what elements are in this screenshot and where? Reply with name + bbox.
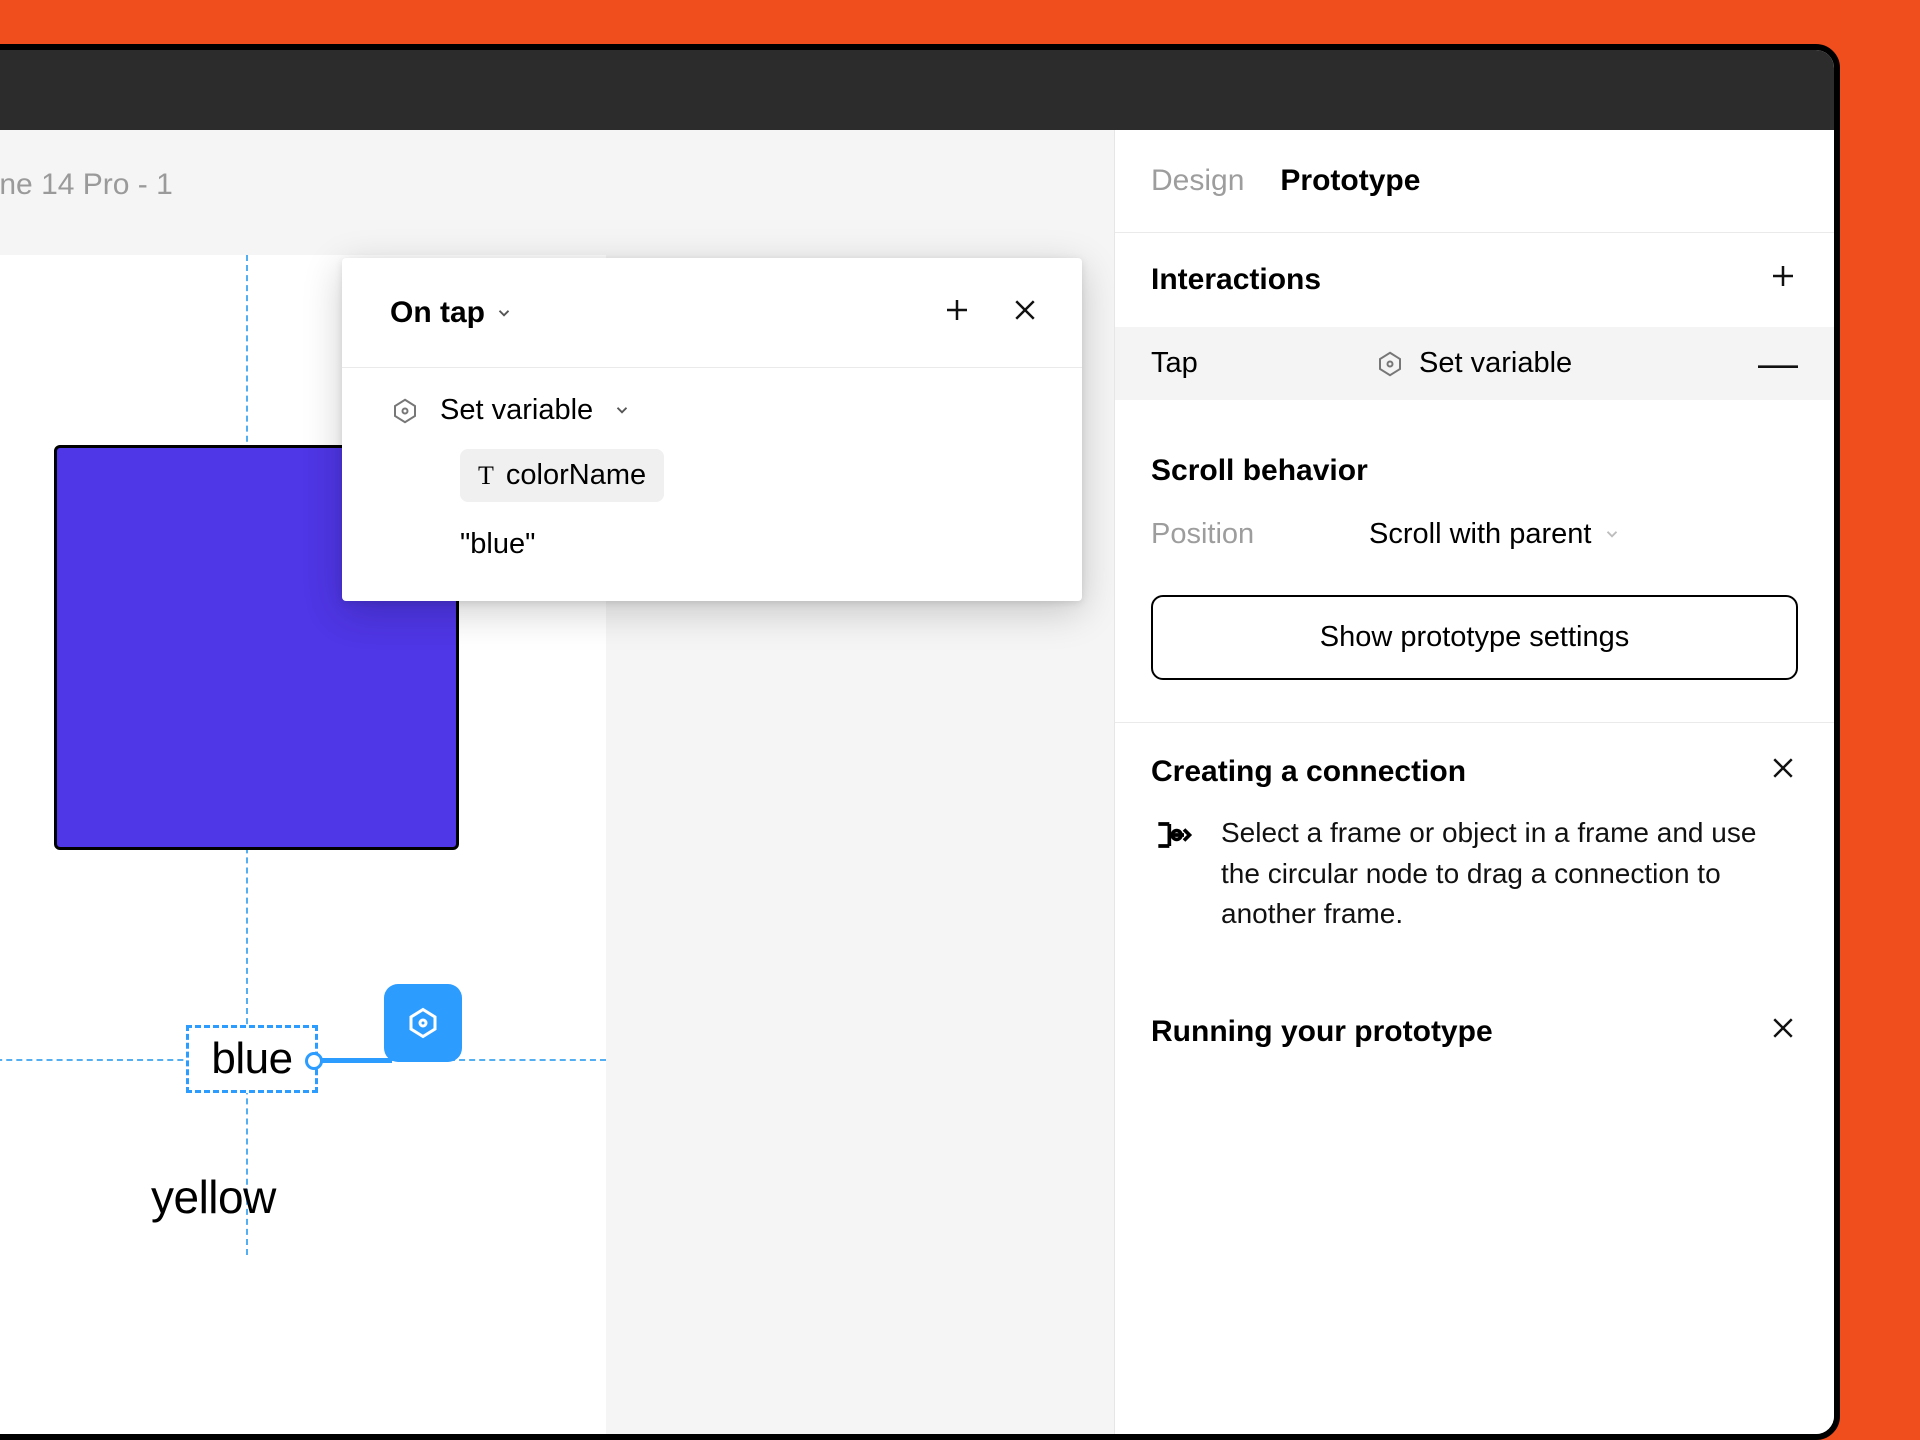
chevron-down-icon[interactable] <box>613 394 631 427</box>
text-layer-yellow[interactable]: yellow <box>151 1170 276 1224</box>
help-title-running: Running your prototype <box>1151 1015 1493 1049</box>
close-help-connection[interactable] <box>1768 753 1798 791</box>
popover-trigger-label[interactable]: On tap <box>390 296 485 330</box>
hexagon-icon <box>390 396 420 426</box>
scroll-position-label: Position <box>1151 518 1351 551</box>
help-title-connection: Creating a connection <box>1151 755 1466 789</box>
interactions-heading: Interactions <box>1151 263 1321 297</box>
scroll-position-row[interactable]: Position Scroll with parent <box>1115 498 1834 571</box>
show-prototype-settings-button[interactable]: Show prototype settings <box>1151 595 1798 680</box>
help-body-connection: Select a frame or object in a frame and … <box>1221 813 1798 935</box>
frame-label[interactable]: hone 14 Pro - 1 <box>0 168 173 202</box>
variable-node[interactable] <box>384 984 462 1062</box>
scroll-heading-row: Scroll behavior <box>1115 426 1834 498</box>
interaction-action: Set variable <box>1419 347 1744 380</box>
interaction-trigger: Tap <box>1151 347 1361 380</box>
selected-text-node[interactable]: blue <box>186 1025 318 1093</box>
scroll-position-value: Scroll with parent <box>1369 518 1591 551</box>
connection-handle[interactable] <box>305 1052 323 1070</box>
hexagon-icon <box>1375 349 1405 379</box>
action-type-label: Set variable <box>440 394 593 427</box>
chevron-down-icon[interactable] <box>1603 518 1621 551</box>
close-help-running[interactable] <box>1768 1013 1798 1051</box>
connection-line <box>322 1058 392 1063</box>
tab-design[interactable]: Design <box>1151 164 1244 198</box>
tab-prototype[interactable]: Prototype <box>1280 164 1420 198</box>
titlebar <box>0 50 1834 130</box>
text-type-icon: T <box>478 461 494 491</box>
scroll-heading: Scroll behavior <box>1151 454 1368 488</box>
right-panel: Design Prototype Interactions Tap Set va… <box>1114 130 1834 1434</box>
connection-help-icon <box>1151 813 1195 935</box>
panel-tabs: Design Prototype <box>1115 130 1834 232</box>
variable-value[interactable]: "blue" <box>460 528 1034 561</box>
text-layer-blue: blue <box>211 1034 292 1084</box>
interactions-heading-row: Interactions <box>1115 233 1834 327</box>
close-popover-button[interactable] <box>1000 288 1050 338</box>
interaction-popover: On tap <box>342 258 1082 601</box>
app-window: hone 14 Pro - 1 blue yellow On <box>0 44 1840 1440</box>
chevron-down-icon[interactable] <box>495 296 513 330</box>
canvas[interactable]: hone 14 Pro - 1 blue yellow On <box>0 130 1114 1434</box>
add-interaction-button[interactable] <box>1768 261 1798 299</box>
variable-name: colorName <box>506 459 646 492</box>
variable-chip[interactable]: T colorName <box>460 449 664 502</box>
action-type-row[interactable]: Set variable <box>390 394 1034 427</box>
interaction-row[interactable]: Tap Set variable — <box>1115 327 1834 400</box>
add-action-button[interactable] <box>932 288 982 338</box>
